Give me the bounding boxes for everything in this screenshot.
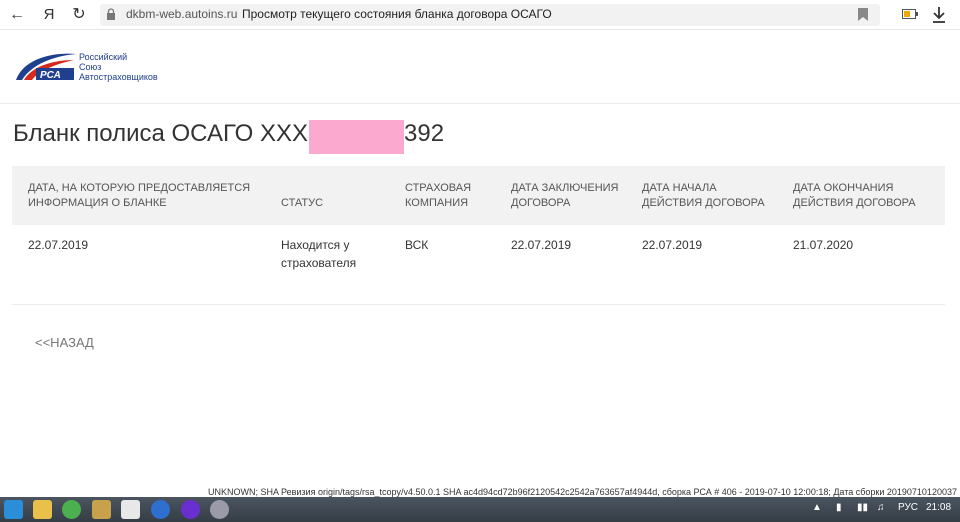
column-header-end-date: ДАТА ОКОНЧАНИЯ ДЕЙСТВИЯ ДОГОВОРА — [793, 182, 916, 209]
header-divider — [0, 103, 960, 104]
start-icon[interactable] — [4, 500, 23, 519]
language-indicator[interactable]: РУС — [898, 502, 918, 513]
volume-icon[interactable]: ♫ — [877, 502, 885, 513]
messenger-icon[interactable] — [151, 500, 170, 519]
cell-status: Находится у страхователя — [281, 238, 357, 270]
battery-tray-icon[interactable]: ▮ — [836, 502, 842, 513]
table-header: ДАТА, НА КОТОРУЮ ПРЕДОСТАВЛЯЕТСЯ ИНФОРМА… — [12, 166, 945, 225]
column-header-start-date: ДАТА НАЧАЛА ДЕЙСТВИЯ ДОГОВОРА — [642, 182, 765, 209]
column-header-contract-date: ДАТА ЗАКЛЮЧЕНИЯ ДОГОВОРА — [511, 182, 619, 209]
address-domain: dkbm-web.autoins.ru — [126, 7, 238, 21]
back-link[interactable]: <<НАЗАД — [35, 335, 94, 350]
cell-date: 22.07.2019 — [28, 238, 89, 252]
cell-start-date: 22.07.2019 — [642, 238, 703, 252]
address-bar[interactable]: dkbm-web.autoins.ru Просмотр текущего со… — [100, 4, 880, 26]
lock-icon — [107, 8, 115, 20]
redaction-block — [309, 120, 404, 154]
column-header-status: СТАТУС — [281, 197, 324, 209]
column-header-date: ДАТА, НА КОТОРУЮ ПРЕДОСТАВЛЯЕТСЯ ИНФОРМА… — [28, 182, 251, 209]
page-title-suffix: 392 — [404, 120, 445, 147]
page-title: Бланк полиса ОСАГО XXX — [13, 120, 308, 147]
logo-text: Российский Союз Автостраховщиков — [79, 52, 158, 82]
cell-contract-date: 22.07.2019 — [511, 238, 572, 252]
tray-arrow-icon[interactable]: ▲ — [812, 502, 822, 513]
bookmark-icon[interactable] — [858, 8, 868, 21]
browser-toolbar: ← Я ↻ dkbm-web.autoins.ru Просмотр текущ… — [0, 0, 960, 30]
torrent-icon[interactable] — [62, 500, 81, 519]
build-info: UNKNOWN; SHA Ревизия origin/tags/rsa_tco… — [208, 487, 957, 497]
taskbar: ▲ ▮ ▮▮ ♫ РУС 21:08 — [0, 497, 960, 522]
app-icon[interactable] — [92, 500, 111, 519]
signal-icon[interactable]: ▮▮ — [857, 502, 868, 513]
column-header-company: СТРАХОВАЯ КОМПАНИЯ — [405, 182, 472, 209]
media-icon[interactable] — [210, 500, 229, 519]
cell-company: ВСК — [405, 238, 429, 252]
reload-icon[interactable]: ↻ — [68, 4, 90, 26]
battery-icon[interactable] — [902, 9, 918, 19]
folder-icon[interactable] — [33, 500, 52, 519]
yandex-browser-icon[interactable] — [121, 500, 140, 519]
cell-end-date: 21.07.2020 — [793, 238, 854, 252]
address-page-title: Просмотр текущего состояния бланка догов… — [242, 7, 552, 21]
viber-icon[interactable] — [181, 500, 200, 519]
download-icon[interactable] — [932, 6, 946, 24]
yandex-icon[interactable]: Я — [38, 4, 60, 26]
back-arrow-icon[interactable]: ← — [6, 4, 28, 26]
clock[interactable]: 21:08 — [926, 502, 951, 513]
svg-text:РСА: РСА — [40, 70, 61, 81]
row-divider — [12, 304, 945, 305]
